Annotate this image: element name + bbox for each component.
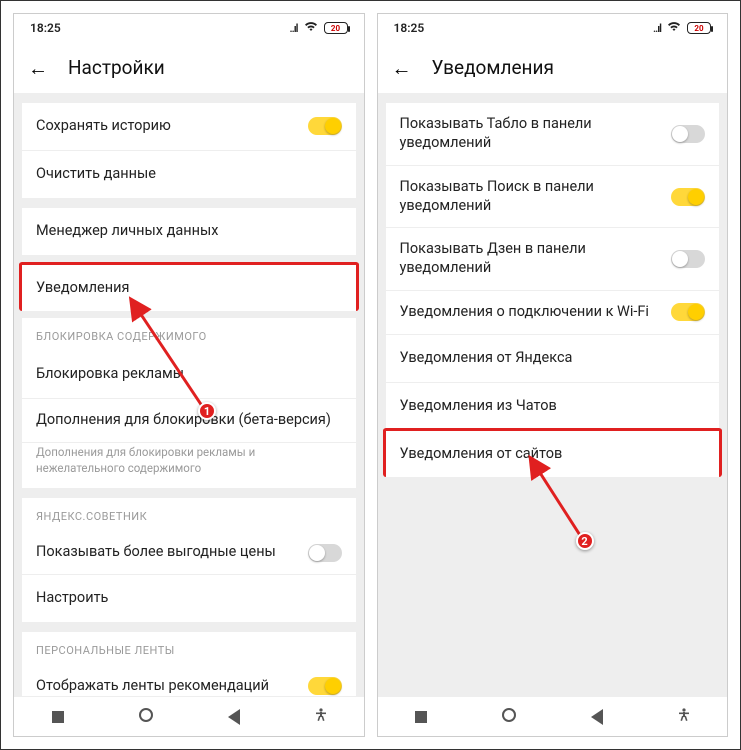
addons-subtext: Дополнения для блокировки рекламы и неже… [22, 443, 356, 488]
nav-home-icon[interactable] [137, 708, 155, 726]
annotation-marker-1: 1 [198, 402, 216, 420]
signal-icon: ..ıl [289, 22, 297, 35]
nav-bar [14, 696, 364, 736]
wifi-icon [304, 21, 318, 35]
status-icons: ..ıl 20 [289, 21, 347, 35]
section-header-blocking: БЛОКИРОВКА СОДЕРЖИМОГО [22, 318, 356, 351]
status-time: 18:25 [394, 21, 425, 35]
toggle-wifi[interactable] [671, 303, 705, 321]
back-icon[interactable]: ← [28, 58, 48, 78]
row-personal-data-manager[interactable]: Менеджер личных данных [22, 208, 356, 255]
nav-accessibility-icon[interactable] [676, 707, 692, 727]
row-wifi-connect[interactable]: Уведомления о подключении к Wi-Fi [386, 291, 720, 335]
nav-bar [378, 696, 728, 736]
nav-home-icon[interactable] [500, 708, 518, 726]
nav-back-icon[interactable] [225, 708, 243, 726]
wifi-icon [667, 21, 681, 35]
app-header: ← Настройки [14, 42, 364, 93]
toggle-better-prices[interactable] [308, 544, 342, 562]
app-header: ← Уведомления [378, 42, 728, 93]
section-header-advisor: ЯНДЕКС.СОВЕТНИК [22, 498, 356, 531]
screen-settings: 18:25 ..ıl 20 ← Настройки Сохранять исто… [13, 13, 365, 737]
toggle-tablo[interactable] [671, 125, 705, 143]
annotation-marker-2: 2 [576, 532, 594, 550]
row-yandex-notifications[interactable]: Уведомления от Яндекса [386, 335, 720, 383]
row-blocking-addons[interactable]: Дополнения для блокировки (бета-версия) [22, 399, 356, 443]
row-site-notifications[interactable]: Уведомления от сайтов [383, 428, 723, 478]
row-ad-block[interactable]: Блокировка рекламы [22, 351, 356, 399]
screen-notifications: 18:25 ..ıl 20 ← Уведомления Показывать Т… [377, 13, 729, 737]
nav-back-icon[interactable] [588, 708, 606, 726]
status-time: 18:25 [30, 21, 61, 35]
page-title: Настройки [68, 56, 165, 79]
row-notifications[interactable]: Уведомления [19, 262, 359, 312]
row-configure-advisor[interactable]: Настроить [22, 575, 356, 622]
toggle-search[interactable] [671, 188, 705, 206]
battery-icon: 20 [324, 22, 348, 34]
toggle-save-history[interactable] [308, 117, 342, 135]
nav-recent-icon[interactable] [49, 708, 67, 726]
row-save-history[interactable]: Сохранять историю [22, 103, 356, 151]
row-chat-notifications[interactable]: Уведомления из Чатов [386, 383, 720, 431]
nav-accessibility-icon[interactable] [313, 707, 329, 727]
nav-recent-icon[interactable] [412, 708, 430, 726]
row-better-prices[interactable]: Показывать более выгодные цены [22, 531, 356, 575]
page-title: Уведомления [432, 56, 554, 79]
status-bar: 18:25 ..ıl 20 [378, 14, 728, 42]
row-clear-data[interactable]: Очистить данные [22, 151, 356, 198]
toggle-show-feeds[interactable] [308, 677, 342, 695]
content: Сохранять историю Очистить данные Менедж… [14, 93, 364, 696]
section-header-feeds: ПЕРСОНАЛЬНЫЕ ЛЕНТЫ [22, 632, 356, 665]
back-icon[interactable]: ← [392, 58, 412, 78]
status-icons: ..ıl 20 [653, 21, 711, 35]
signal-icon: ..ıl [653, 22, 661, 35]
toggle-zen[interactable] [671, 250, 705, 268]
row-show-tablo[interactable]: Показывать Табло в панели уведомлений [386, 103, 720, 166]
status-bar: 18:25 ..ıl 20 [14, 14, 364, 42]
row-show-zen[interactable]: Показывать Дзен в панели уведомлений [386, 228, 720, 291]
row-show-search[interactable]: Показывать Поиск в панели уведомлений [386, 166, 720, 229]
battery-icon: 20 [687, 22, 711, 34]
row-show-feeds[interactable]: Отображать ленты рекомендаций [22, 665, 356, 696]
content: Показывать Табло в панели уведомлений По… [378, 93, 728, 696]
